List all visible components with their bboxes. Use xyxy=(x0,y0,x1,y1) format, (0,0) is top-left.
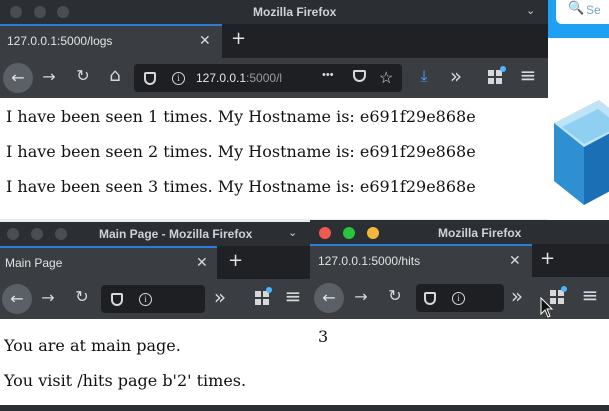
window-title: Mozilla Firefox xyxy=(253,5,337,19)
maximize-window-button[interactable] xyxy=(55,228,67,240)
pocket-icon[interactable] xyxy=(353,70,366,82)
reload-button[interactable]: ↻ xyxy=(72,66,94,85)
tab-hits[interactable]: 127.0.0.1:5000/hits ✕ xyxy=(310,244,532,277)
reload-button[interactable]: ↻ xyxy=(384,286,406,305)
hamburger-menu-icon[interactable]: ≡ xyxy=(518,63,538,87)
hits-count: 3 xyxy=(318,327,329,346)
extensions-icon[interactable] xyxy=(255,291,269,305)
close-window-button[interactable] xyxy=(319,227,331,239)
shield-icon[interactable] xyxy=(144,72,156,85)
background-search-placeholder: Se xyxy=(586,3,601,17)
page-content: 3 xyxy=(310,319,609,406)
firefox-window-hits: Mozilla Firefox 127.0.0.1:5000/hits ✕ + … xyxy=(310,220,609,406)
back-button[interactable]: ← xyxy=(314,283,344,313)
new-tab-button[interactable]: + xyxy=(540,248,555,269)
log-line: I have been seen 2 times. My Hostname is… xyxy=(6,142,476,161)
tab-main-page[interactable]: Main Page ✕ xyxy=(0,246,217,279)
url-bar[interactable]: i 127.0.0.1:5000/l ••• ☆ xyxy=(134,64,402,92)
navigation-toolbar: ← → ↻ i » ≡ xyxy=(310,277,609,320)
maximize-window-button[interactable] xyxy=(57,6,69,18)
bookmark-star-icon[interactable]: ☆ xyxy=(379,68,393,88)
shield-icon[interactable] xyxy=(424,292,436,305)
bottom-strip xyxy=(0,405,609,411)
overflow-menu-icon[interactable]: » xyxy=(446,64,466,88)
forward-button[interactable]: → xyxy=(37,288,59,307)
minimize-window-button[interactable] xyxy=(31,228,43,240)
cube-illustration xyxy=(554,100,609,205)
info-icon[interactable]: i xyxy=(452,292,465,305)
extensions-badge xyxy=(561,286,567,292)
main-text-line: You visit /hits page b'2' times. xyxy=(4,371,247,390)
url-host: 127.0.0.1 xyxy=(196,71,247,85)
tab-strip: Main Page ✕ + xyxy=(0,246,310,279)
overflow-menu-icon[interactable]: » xyxy=(507,284,527,308)
download-icon[interactable]: ⤓ xyxy=(413,66,435,86)
background-app-header: 🔍 Se xyxy=(548,0,609,38)
search-icon: 🔍 xyxy=(568,1,585,16)
extensions-badge xyxy=(266,287,272,293)
minimize-window-button[interactable] xyxy=(367,227,379,239)
firefox-window-main: Main Page - Mozilla Firefox ⌄ Main Page … xyxy=(0,222,310,408)
tab-strip: 127.0.0.1:5000/logs ✕ + xyxy=(0,24,548,58)
firefox-window-logs: Mozilla Firefox ⌄ 127.0.0.1:5000/logs ✕ … xyxy=(0,0,548,219)
titlebar: Main Page - Mozilla Firefox ⌄ xyxy=(0,222,310,246)
back-button[interactable]: ← xyxy=(3,63,33,93)
tab-label: Main Page xyxy=(5,256,63,270)
main-text-line: You are at main page. xyxy=(4,336,181,355)
url-text[interactable]: 127.0.0.1:5000/l xyxy=(196,71,282,85)
chevron-down-icon[interactable]: ⌄ xyxy=(288,226,297,239)
log-line: I have been seen 1 times. My Hostname is… xyxy=(6,107,476,126)
close-window-button[interactable] xyxy=(10,6,22,18)
mouse-cursor xyxy=(540,297,554,318)
forward-button[interactable]: → xyxy=(38,67,60,86)
page-content: You are at main page. You visit /hits pa… xyxy=(0,319,310,408)
extensions-icon[interactable] xyxy=(488,70,502,84)
background-search-box[interactable]: 🔍 Se xyxy=(556,0,609,24)
close-window-button[interactable] xyxy=(7,228,19,240)
reload-button[interactable]: ↻ xyxy=(71,287,93,306)
tab-strip: 127.0.0.1:5000/hits ✕ + xyxy=(310,244,609,277)
close-tab-icon[interactable]: ✕ xyxy=(199,32,211,49)
home-button[interactable]: ⌂ xyxy=(104,65,126,86)
new-tab-button[interactable]: + xyxy=(231,28,246,49)
close-tab-icon[interactable]: ✕ xyxy=(509,252,521,269)
url-path: :5000/l xyxy=(246,71,283,85)
chevron-down-icon[interactable]: ⌄ xyxy=(526,4,535,17)
tab-logs[interactable]: 127.0.0.1:5000/logs ✕ xyxy=(0,24,222,58)
minimize-window-button[interactable] xyxy=(34,6,46,18)
window-title: Mozilla Firefox xyxy=(438,226,522,240)
shield-icon[interactable] xyxy=(111,293,123,306)
tab-label: 127.0.0.1:5000/hits xyxy=(318,254,421,268)
hamburger-menu-icon[interactable]: ≡ xyxy=(580,283,600,307)
info-icon[interactable]: i xyxy=(139,293,152,306)
url-bar[interactable]: i xyxy=(416,284,504,312)
tab-label: 127.0.0.1:5000/logs xyxy=(7,34,113,48)
url-bar[interactable]: i xyxy=(101,285,205,313)
hamburger-menu-icon[interactable]: ≡ xyxy=(283,284,303,308)
forward-button[interactable]: → xyxy=(350,287,372,306)
new-tab-button[interactable]: + xyxy=(228,250,243,271)
back-button[interactable]: ← xyxy=(2,284,32,314)
extensions-badge xyxy=(500,66,506,72)
titlebar: Mozilla Firefox xyxy=(310,220,609,244)
overflow-menu-icon[interactable]: » xyxy=(210,285,230,309)
titlebar: Mozilla Firefox ⌄ xyxy=(0,0,548,24)
page-content: I have been seen 1 times. My Hostname is… xyxy=(0,98,548,219)
maximize-window-button[interactable] xyxy=(343,227,355,239)
page-actions-icon[interactable]: ••• xyxy=(322,69,334,81)
info-icon[interactable]: i xyxy=(172,72,185,85)
log-line: I have been seen 3 times. My Hostname is… xyxy=(6,177,476,196)
navigation-toolbar: ← → ↻ ⌂ i 127.0.0.1:5000/l ••• ☆ ⤓ » ≡ xyxy=(0,58,548,99)
close-tab-icon[interactable]: ✕ xyxy=(196,254,208,271)
window-title: Main Page - Mozilla Firefox xyxy=(99,227,253,241)
navigation-toolbar: ← → ↻ i » ≡ xyxy=(0,279,310,320)
